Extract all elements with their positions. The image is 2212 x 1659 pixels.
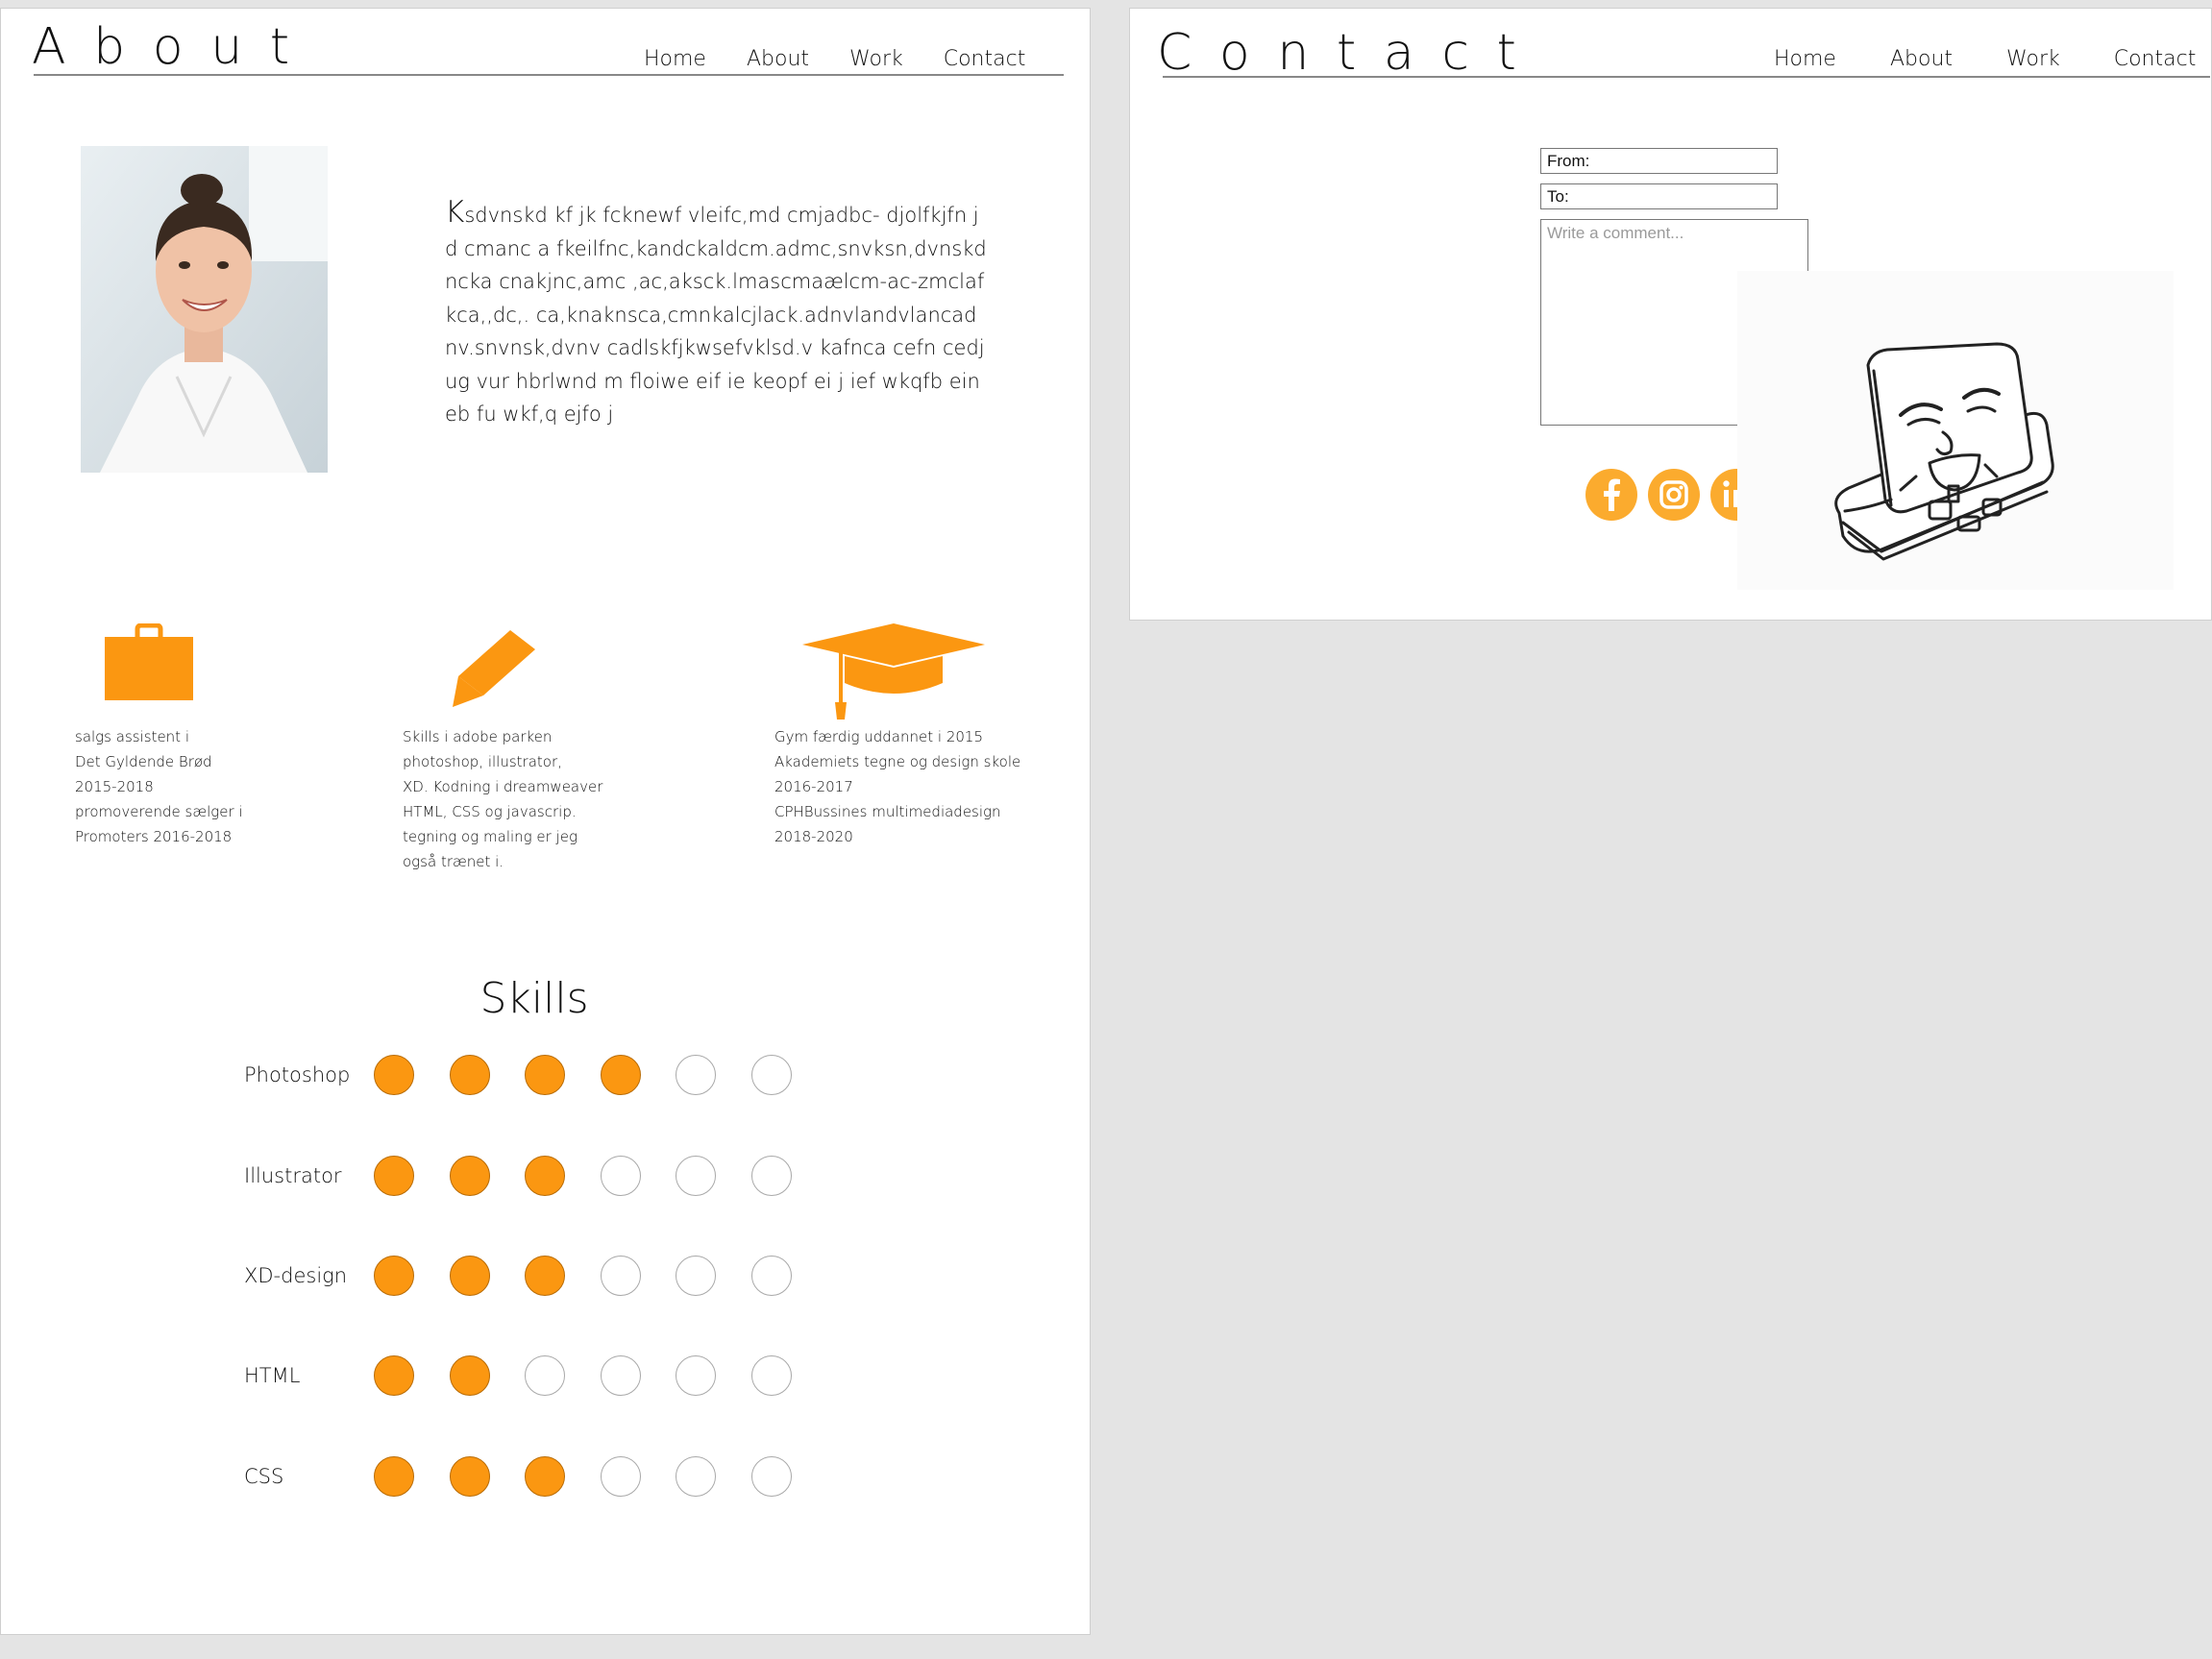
rating-dot-empty [676, 1256, 716, 1296]
skill-name: CSS [244, 1465, 284, 1488]
skill-rating [374, 1456, 826, 1497]
rating-dot-empty [750, 1156, 792, 1196]
skills-summary-text: Skills i adobe parken photoshop, illustr… [403, 724, 602, 874]
info-line: Promoters 2016-2018 [75, 828, 233, 845]
skill-row: HTML [244, 1354, 826, 1397]
info-line: Det Gyldende Brød [75, 753, 212, 770]
rating-dot-empty [676, 1156, 716, 1196]
info-line: Akademiets tegne og design skole [774, 753, 1021, 770]
nav-contact[interactable]: Contact [2114, 47, 2197, 71]
nav-about[interactable]: About [747, 47, 809, 71]
rating-dot-empty [676, 1055, 716, 1095]
rating-dot-filled [449, 1456, 490, 1497]
phone-character-illustration [1737, 271, 2174, 590]
main-nav: Home About Work Contact [1774, 47, 2196, 71]
rating-dot-empty [676, 1456, 716, 1497]
rating-dot-filled [374, 1256, 414, 1296]
nav-home[interactable]: Home [1774, 47, 1836, 71]
nav-work[interactable]: Work [2006, 47, 2060, 71]
nav-home[interactable]: Home [644, 47, 706, 71]
skill-row: Illustrator [244, 1155, 826, 1197]
rating-dot-filled [449, 1355, 490, 1396]
skill-name: XD-design [244, 1264, 348, 1287]
info-line: HTML, CSS og javascrip. [403, 803, 577, 820]
rating-dot-filled [449, 1055, 490, 1095]
rating-dot-filled [374, 1055, 414, 1095]
info-line: 2016-2017 [774, 778, 853, 795]
education-text: Gym færdig uddannet i 2015 Akademiets te… [774, 724, 1020, 849]
header-divider [1163, 76, 2210, 78]
instagram-icon[interactable] [1648, 469, 1700, 521]
bio-text: Ksdvnskd kf jk fcknewf vleifc,md cmjadbc… [445, 195, 987, 426]
skills-heading: Skills [479, 974, 589, 1023]
rating-dot-filled [600, 1055, 641, 1095]
briefcase-icon [105, 622, 193, 706]
rating-dot-filled [374, 1456, 414, 1497]
rating-dot-empty [750, 1055, 792, 1095]
rating-dot-empty [600, 1256, 641, 1296]
rating-dot-empty [750, 1355, 792, 1396]
graduation-cap-icon [802, 623, 985, 725]
page-title: Contact [1157, 24, 1544, 82]
rating-dot-empty [750, 1256, 792, 1296]
info-line: CPHBussines multimediadesign [774, 803, 1001, 820]
skill-name: HTML [244, 1364, 301, 1387]
skill-rating [374, 1355, 826, 1396]
rating-dot-filled [525, 1156, 565, 1196]
rating-dot-empty [676, 1355, 716, 1396]
nav-about[interactable]: About [1890, 47, 1953, 71]
skill-rating [374, 1156, 826, 1196]
work-experience-text: salgs assistent i Det Gyldende Brød 2015… [75, 724, 243, 849]
info-line: også trænet i. [403, 853, 504, 870]
rating-dot-empty [750, 1456, 792, 1497]
rating-dot-filled [449, 1256, 490, 1296]
rating-dot-filled [374, 1156, 414, 1196]
main-nav: Home About Work Contact [644, 47, 1025, 71]
rating-dot-empty [525, 1355, 565, 1396]
profile-photo [81, 146, 328, 473]
rating-dot-empty [600, 1456, 641, 1497]
info-line: Skills i adobe parken [403, 728, 553, 745]
skill-row: Photoshop [244, 1054, 826, 1096]
info-line: Gym færdig uddannet i 2015 [774, 728, 983, 745]
info-line: tegning og maling er jeg [403, 828, 578, 845]
nav-work[interactable]: Work [849, 47, 903, 71]
info-line: salgs assistent i [75, 728, 189, 745]
nav-contact[interactable]: Contact [944, 47, 1026, 71]
rating-dot-empty [600, 1355, 641, 1396]
skill-row: XD-design [244, 1255, 826, 1297]
facebook-icon[interactable] [1585, 469, 1637, 521]
header-divider [34, 74, 1064, 76]
rating-dot-filled [525, 1456, 565, 1497]
skill-name: Photoshop [244, 1063, 351, 1086]
info-line: 2015-2018 [75, 778, 154, 795]
rating-dot-filled [525, 1055, 565, 1095]
rating-dot-filled [374, 1355, 414, 1396]
pencil-icon [451, 628, 539, 713]
skill-rating [374, 1256, 826, 1296]
page-title: About [32, 18, 317, 76]
info-line: 2018-2020 [774, 828, 853, 845]
rating-dot-filled [525, 1256, 565, 1296]
skill-rating [374, 1055, 826, 1095]
from-field[interactable] [1540, 148, 1778, 174]
skill-name: Illustrator [244, 1164, 342, 1187]
about-artboard: About Home About Work Contact Ksdvnskd k… [0, 8, 1091, 1635]
to-field[interactable] [1540, 183, 1778, 209]
rating-dot-filled [449, 1156, 490, 1196]
info-line: photoshop, illustrator, [403, 753, 562, 770]
rating-dot-empty [600, 1156, 641, 1196]
info-line: promoverende sælger i [75, 803, 243, 820]
skill-row: CSS [244, 1455, 826, 1498]
info-line: XD. Kodning i dreamweaver [403, 778, 603, 795]
